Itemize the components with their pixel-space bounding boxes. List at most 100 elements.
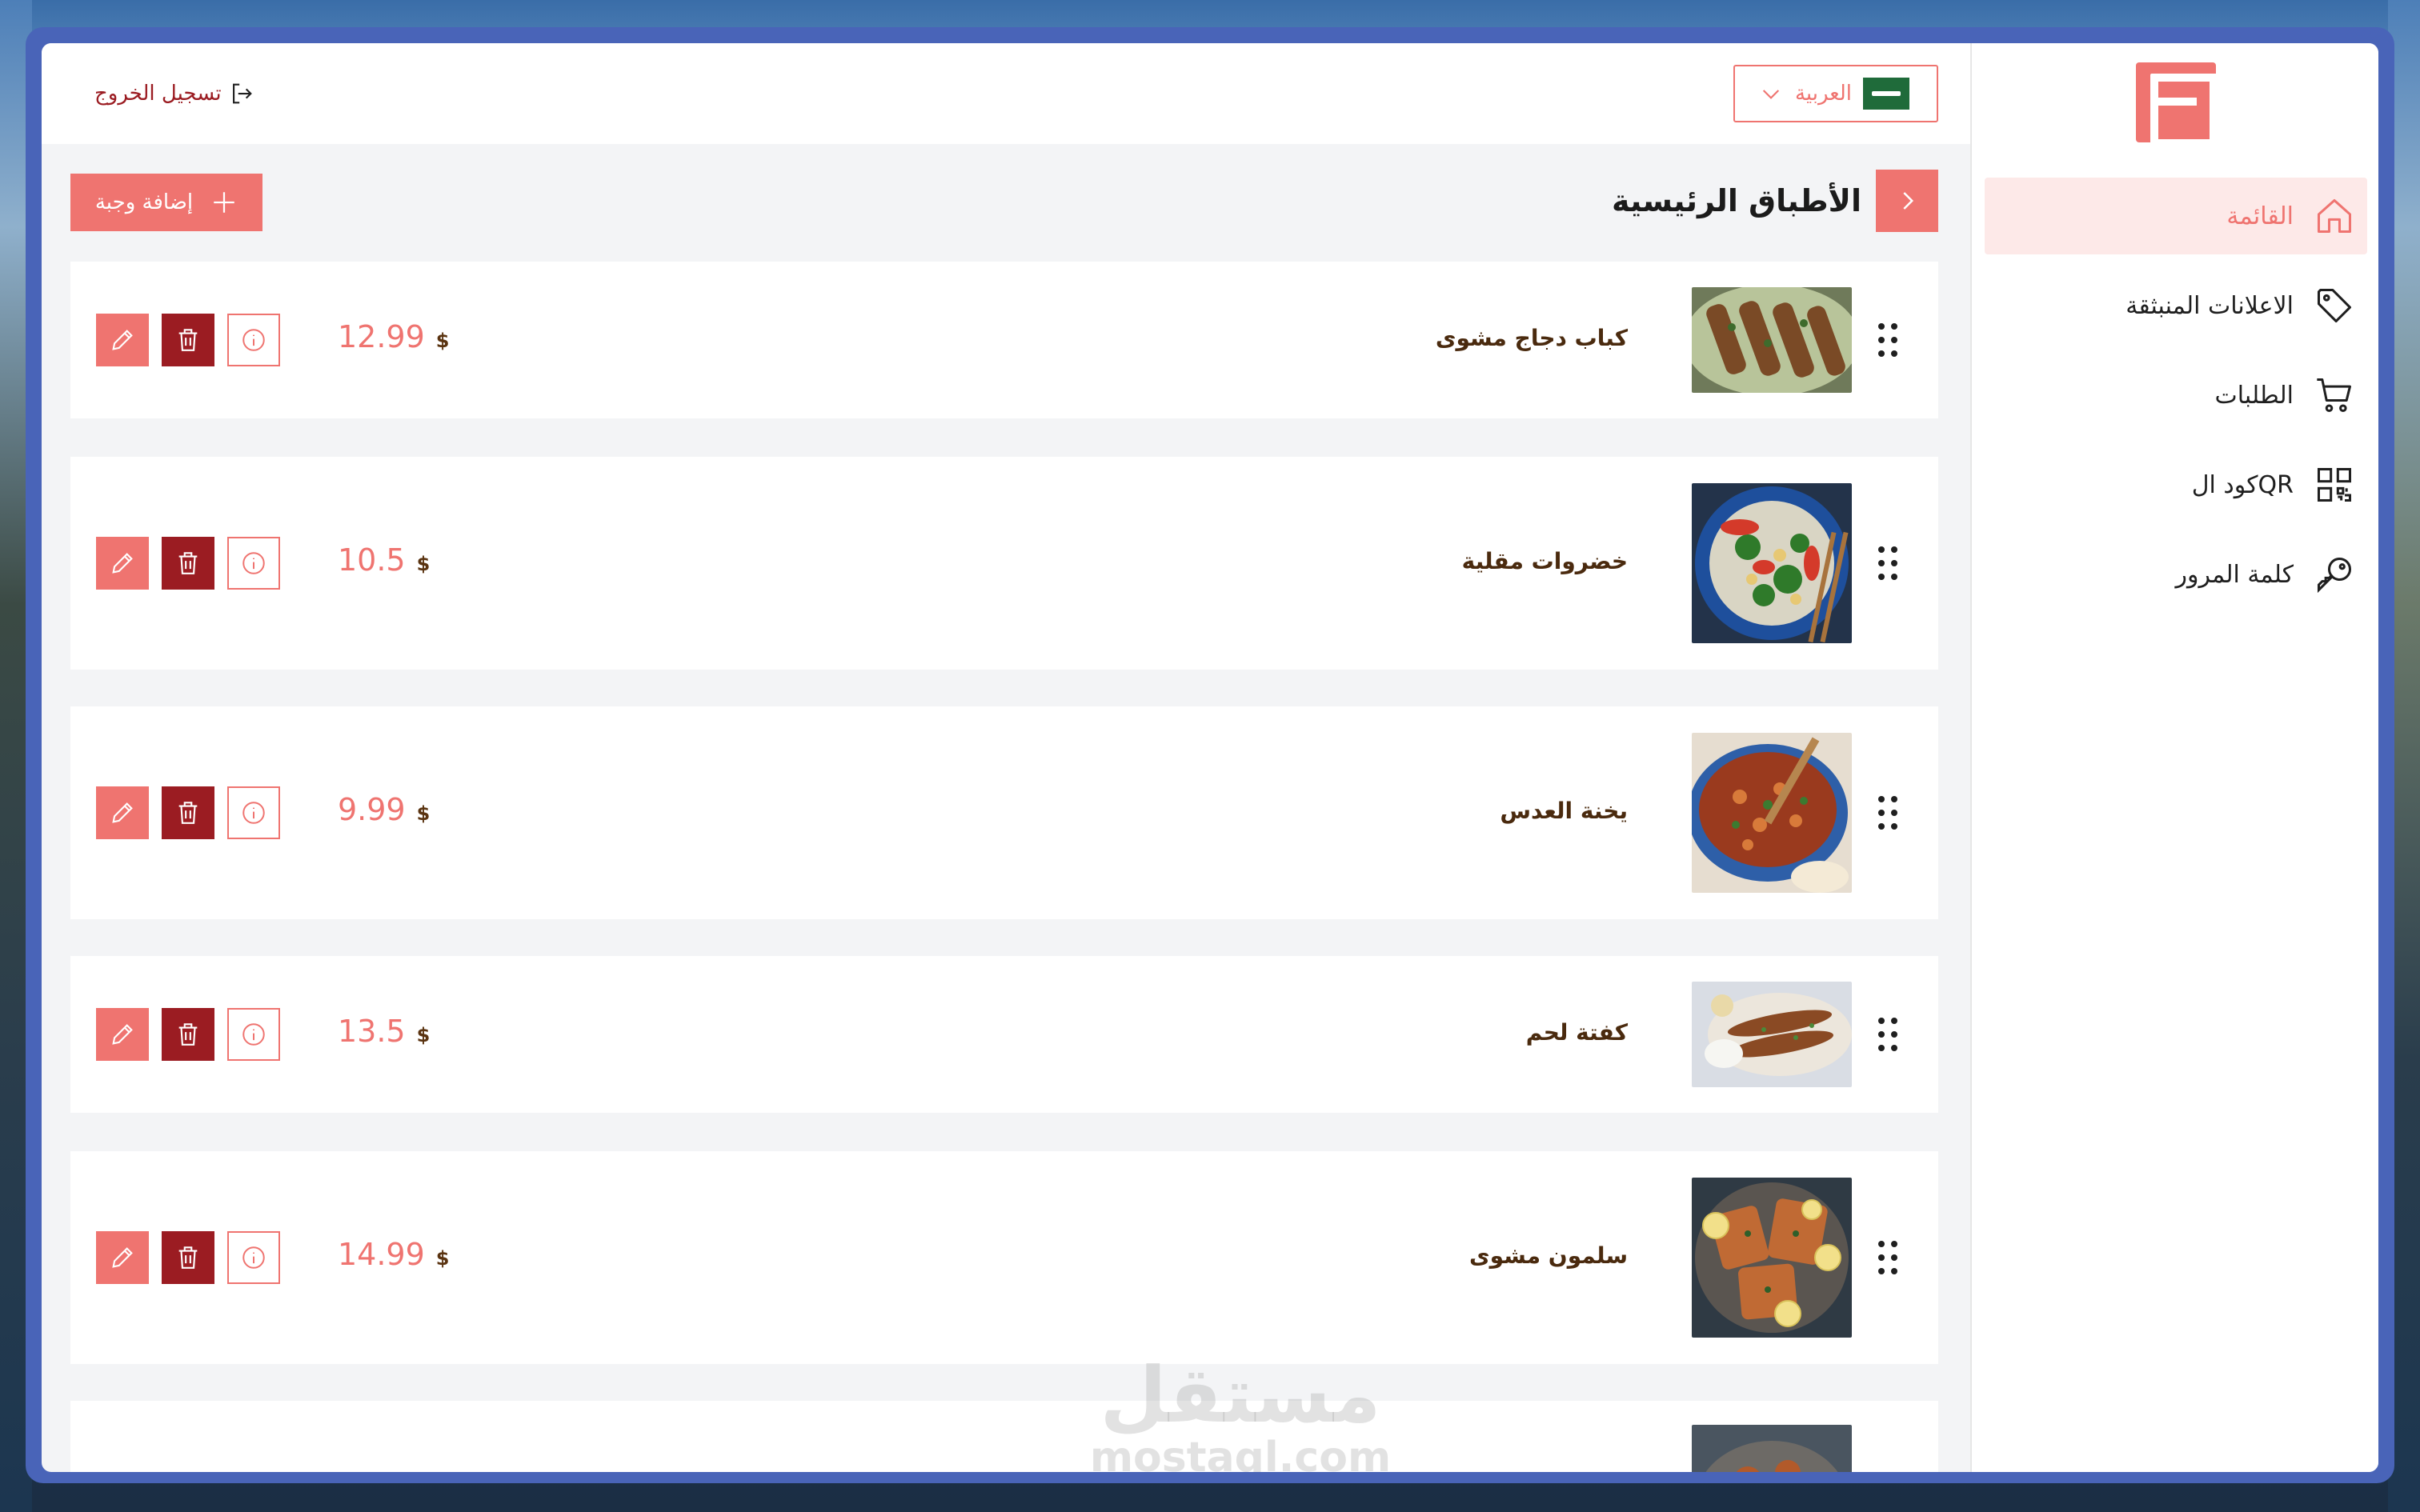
meal-name: خضروات مقلية [1461, 548, 1628, 574]
meal-price: 12.99 $ [338, 319, 450, 354]
sidebar-item-label: كود الQR [2191, 470, 2294, 499]
sidebar-item-password[interactable]: كلمة المرور [1985, 536, 2367, 613]
pencil-icon [112, 802, 133, 823]
trash-icon [178, 1246, 198, 1269]
meal-image [1692, 1178, 1852, 1338]
delete-button[interactable] [162, 1008, 214, 1061]
meal-name: كفتة لحم [1525, 1019, 1628, 1046]
sidebar-item-label: كلمة المرور [2175, 560, 2294, 589]
meal-row: خضروات مقلية 10.5 $ [70, 457, 1938, 670]
edit-button[interactable] [96, 786, 149, 839]
brand-logo[interactable] [2136, 62, 2218, 147]
app-container: القائمة الاعلانات المنبثقة الطلبات كود ا… [42, 43, 2378, 1472]
meal-name: كباب دجاج مشوى [1435, 325, 1628, 351]
sidebar-item-popups[interactable]: الاعلانات المنبثقة [1985, 267, 2367, 344]
delete-button[interactable] [162, 786, 214, 839]
section-title: الأطباق الرئيسية [1611, 183, 1861, 218]
pencil-icon [112, 1247, 133, 1268]
chevron-down-icon [1762, 90, 1780, 99]
sidebar-item-qr[interactable]: كود الQR [1985, 446, 2367, 523]
currency-symbol: $ [416, 1024, 431, 1046]
watermark: مستقل mostaql.com [1080, 1355, 1400, 1472]
delete-button[interactable] [162, 1231, 214, 1284]
meal-price: 10.5 $ [338, 542, 430, 578]
row-actions [96, 1231, 280, 1284]
row-actions [96, 1008, 280, 1061]
section-header: الأطباق الرئيسية [1612, 170, 1938, 232]
pencil-icon [112, 553, 133, 574]
sidebar-item-label: الاعلانات المنبثقة [2126, 291, 2294, 320]
drag-handle-icon[interactable] [1876, 545, 1900, 582]
meal-price-value: 9.99 [338, 792, 406, 827]
meal-name: سلمون مشوى [1469, 1242, 1628, 1269]
logout-label: تسجيل الخروج [94, 82, 222, 106]
currency-symbol: $ [416, 802, 431, 825]
trash-icon [178, 329, 198, 351]
drag-handle-icon[interactable] [1876, 1239, 1900, 1276]
info-button[interactable] [227, 1231, 280, 1284]
sidebar-item-orders[interactable]: الطلبات [1985, 357, 2367, 434]
drag-handle-icon[interactable] [1876, 794, 1900, 831]
delete-button[interactable] [162, 537, 214, 590]
language-selector[interactable]: العربية [1733, 65, 1938, 122]
meal-row: كفتة لحم 13.5 $ [70, 956, 1938, 1113]
meal-name: يخنة العدس [1500, 798, 1628, 824]
meal-price: 14.99 $ [338, 1237, 450, 1272]
watermark-text-arabic: مستقل [1100, 1350, 1381, 1440]
trash-icon [178, 1023, 198, 1046]
saudi-flag-icon [1863, 78, 1909, 110]
info-button[interactable] [227, 314, 280, 366]
currency-symbol: $ [435, 330, 450, 352]
drag-handle-icon[interactable] [1876, 1016, 1900, 1053]
meal-price-value: 13.5 [338, 1014, 406, 1049]
row-actions [96, 786, 280, 839]
meal-image [1692, 1425, 1852, 1472]
info-button[interactable] [227, 786, 280, 839]
info-icon [242, 802, 265, 824]
trash-icon [178, 552, 198, 574]
sidebar-item-label: القائمة [2226, 202, 2294, 230]
back-button[interactable] [1876, 170, 1938, 232]
trash-icon [178, 802, 198, 824]
delete-button[interactable] [162, 314, 214, 366]
currency-symbol: $ [435, 1247, 450, 1270]
add-meal-button[interactable]: إضافة وجبة [70, 174, 262, 231]
meal-image [1692, 287, 1852, 393]
sidebar-item-menu[interactable]: القائمة [1985, 178, 2367, 254]
home-icon [2313, 194, 2356, 238]
info-icon [242, 1246, 265, 1269]
edit-button[interactable] [96, 1008, 149, 1061]
info-icon [242, 552, 265, 574]
info-icon [242, 1023, 265, 1046]
pencil-icon [112, 330, 133, 350]
plus-icon [214, 192, 234, 213]
pencil-icon [112, 1024, 133, 1045]
currency-symbol: $ [416, 553, 431, 575]
edit-button[interactable] [96, 1231, 149, 1284]
language-label: العربية [1794, 82, 1852, 106]
meal-row: يخنة العدس 9.99 $ [70, 706, 1938, 919]
info-button[interactable] [227, 1008, 280, 1061]
sidebar-item-label: الطلبات [2214, 381, 2294, 410]
top-bar: تسجيل الخروج العربية [42, 43, 1970, 144]
meal-image [1692, 483, 1852, 643]
cart-icon [2313, 374, 2356, 417]
meal-price-value: 14.99 [338, 1237, 425, 1272]
drag-handle-icon[interactable] [1876, 322, 1900, 358]
watermark-text-latin: mostaql.com [1089, 1434, 1392, 1472]
qr-code-icon [2313, 463, 2356, 506]
browser-window: القائمة الاعلانات المنبثقة الطلبات كود ا… [26, 27, 2394, 1483]
info-button[interactable] [227, 537, 280, 590]
chevron-right-icon [1903, 192, 1914, 210]
meal-image [1692, 982, 1852, 1087]
edit-button[interactable] [96, 314, 149, 366]
meal-price: 9.99 $ [338, 792, 430, 827]
meal-row: سلمون مشوى 14.99 $ [70, 1151, 1938, 1364]
logout-button[interactable]: تسجيل الخروج [94, 80, 255, 107]
row-actions [96, 314, 280, 366]
edit-button[interactable] [96, 537, 149, 590]
info-icon [242, 329, 265, 351]
sidebar: القائمة الاعلانات المنبثقة الطلبات كود ا… [1970, 43, 2378, 1472]
tag-icon [2313, 284, 2356, 327]
meal-row: كباب دجاج مشوى 12.99 $ [70, 262, 1938, 418]
